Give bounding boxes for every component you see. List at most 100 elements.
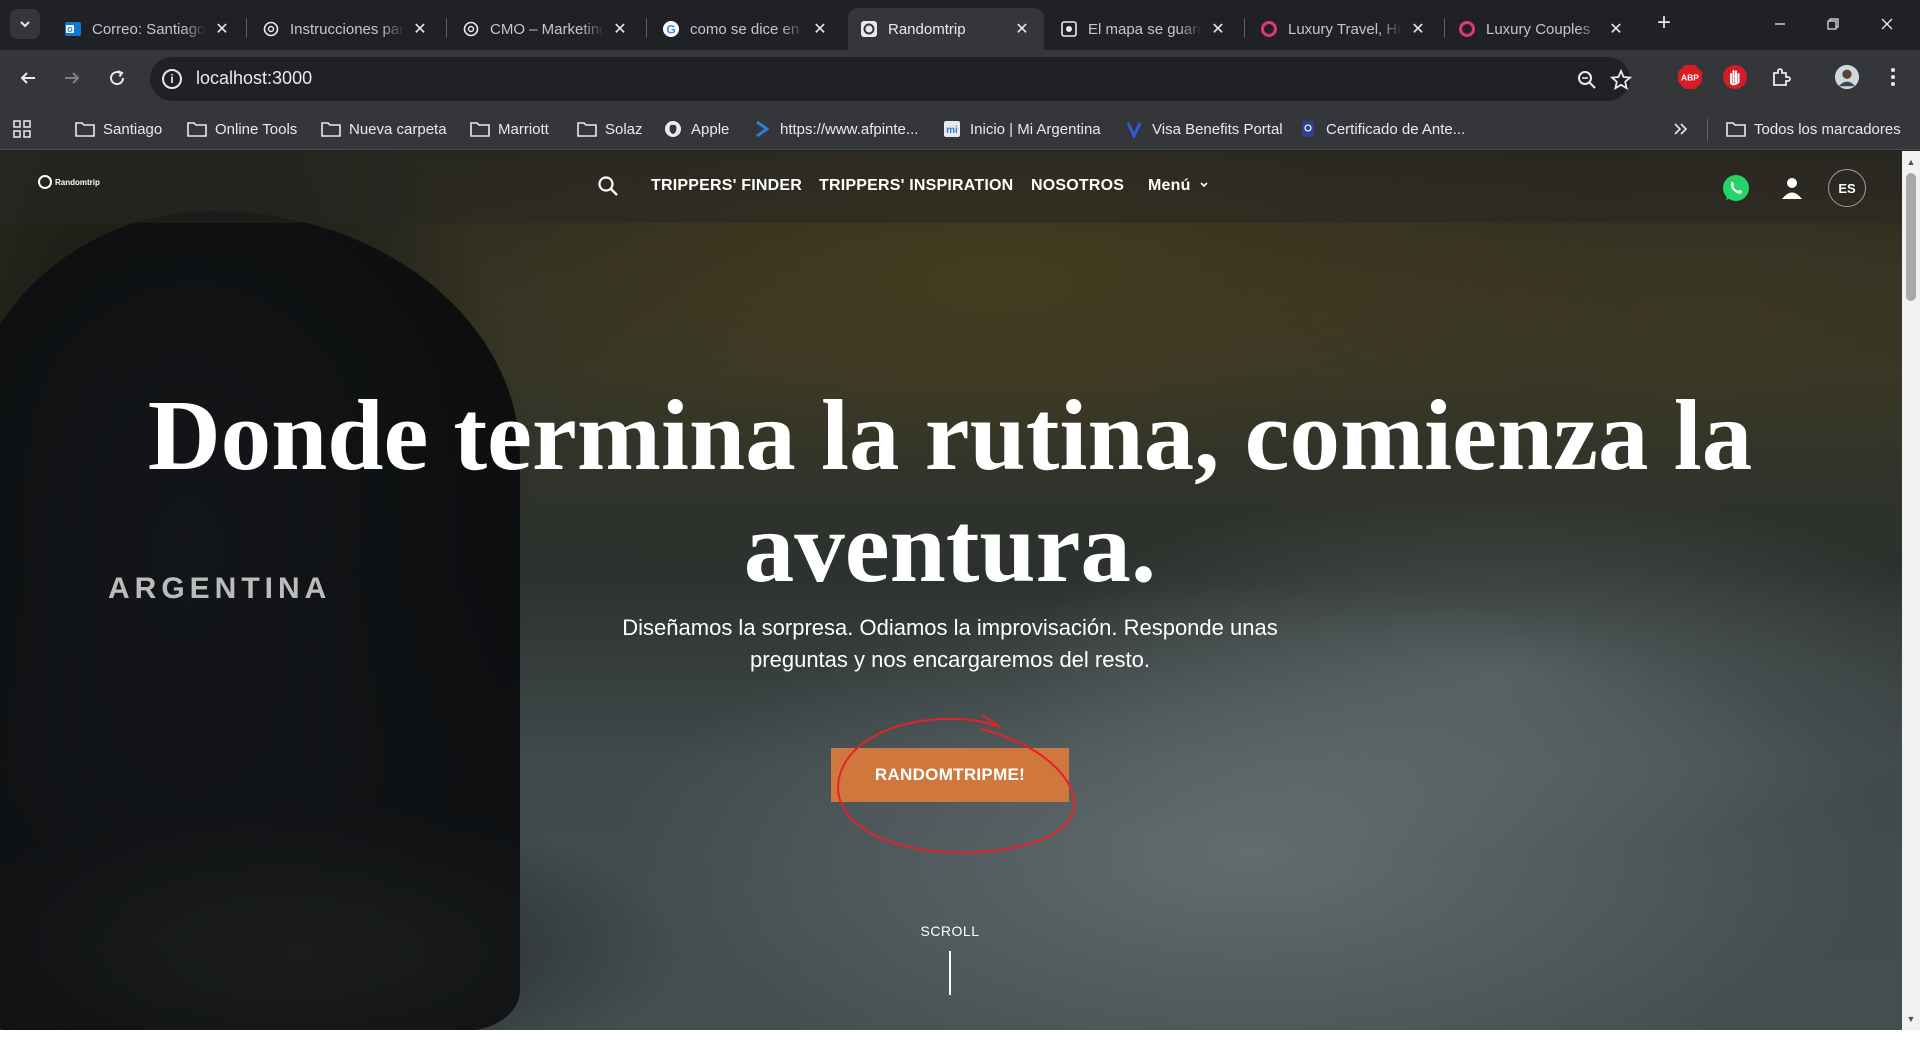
tab-separator [446,18,447,38]
language-switcher[interactable]: ES [1828,169,1866,207]
bookmark-visa-benefits[interactable]: Visa Benefits Portal [1124,117,1283,141]
bookmark-solaz[interactable]: Solaz [577,117,643,141]
restore-button[interactable] [1810,0,1856,48]
tab-separator [646,18,647,38]
chevron-down-icon [1200,182,1208,188]
site-info-icon[interactable]: i [162,69,182,89]
account-button[interactable] [1777,173,1807,203]
tab-search-button[interactable] [10,9,40,39]
new-tab-button[interactable]: + [1652,11,1676,36]
bookmarks-bar: Santiago Online Tools Nueva carpeta Marr… [0,108,1920,150]
nav-trippers-inspiration[interactable]: TRIPPERS' INSPIRATION [819,177,1013,195]
folder-icon [1726,120,1746,138]
site-search-button[interactable] [597,175,621,199]
minimize-icon [1775,23,1785,25]
tab-correo[interactable]: O Correo: Santiago ✕ [52,8,244,50]
tab-luxury-travel[interactable]: Luxury Travel, Hi ✕ [1248,8,1440,50]
close-window-button[interactable] [1864,0,1910,48]
close-icon[interactable]: ✕ [212,19,232,39]
bookmark-label: Todos los marcadores [1754,120,1901,138]
apps-grid-button[interactable] [12,117,40,141]
whatsapp-icon [1723,175,1749,201]
tab-randomtrip[interactable]: Randomtrip ✕ [848,8,1044,50]
scrollbar-thumb[interactable] [1906,173,1916,301]
profile-avatar-icon[interactable] [1834,64,1860,90]
all-bookmarks-folder[interactable]: Todos los marcadores [1726,117,1901,141]
bookmark-star-icon[interactable] [1608,67,1634,93]
bookmark-apple[interactable]: Apple [663,117,729,141]
close-icon[interactable]: ✕ [610,19,630,39]
scroll-down-arrow-icon[interactable]: ▼ [1906,1014,1916,1024]
scroll-indicator-label[interactable]: SCROLL [900,923,1000,939]
logo-icon [38,175,52,189]
visa-icon [1124,120,1144,138]
close-icon[interactable]: ✕ [410,19,430,39]
folder-icon [577,120,597,138]
randomtripme-cta-button[interactable]: RANDOMTRIPME! [831,748,1069,802]
svg-text:G: G [666,23,675,37]
bookmark-nueva-carpeta[interactable]: Nueva carpeta [321,117,447,141]
page-scrollbar[interactable]: ▲ ▼ [1902,151,1920,1030]
close-icon[interactable]: ✕ [1408,19,1428,39]
randomtrip-icon [860,20,878,38]
bookmark-online-tools[interactable]: Online Tools [187,117,297,141]
close-icon[interactable]: ✕ [810,19,830,39]
bookmark-label: Inicio | Mi Argentina [970,120,1101,138]
bookmark-separator [1707,119,1708,141]
zoom-icon[interactable] [1574,67,1600,93]
forward-button[interactable] [56,62,88,94]
site-logo[interactable]: Randomtrip [38,175,100,189]
bookmark-label: Nueva carpeta [349,120,447,138]
reload-button[interactable] [101,62,133,94]
bookmark-afp[interactable]: https://www.afpinte... [752,117,918,141]
browser-toolbar: i localhost:3000 ABP [0,50,1920,108]
bookmark-marriott[interactable]: Marriott [470,117,549,141]
tab-instrucciones[interactable]: Instrucciones para ✕ [250,8,442,50]
location-label: ARGENTINA [108,572,332,605]
close-icon [1881,18,1893,30]
folder-icon [75,120,95,138]
nav-menu-dropdown[interactable]: Menú [1148,177,1209,195]
tab-el-mapa[interactable]: El mapa se guarda ✕ [1048,8,1240,50]
google-icon: G [662,20,680,38]
tab-cmo-marketing[interactable]: CMO – Marketing ✕ [450,8,642,50]
address-url[interactable]: localhost:3000 [196,68,312,89]
scroll-up-arrow-icon[interactable]: ▲ [1906,157,1916,167]
bookmark-label: Solaz [605,120,643,138]
close-icon[interactable]: ✕ [1012,19,1032,39]
folder-icon [187,120,207,138]
tab-luxury-couples[interactable]: Luxury Couples ✕ [1446,8,1638,50]
close-icon[interactable]: ✕ [1208,19,1228,39]
extensions-puzzle-icon[interactable] [1768,64,1794,90]
tab-title: como se dice en [690,20,800,38]
arrow-left-icon [20,72,35,84]
nav-trippers-finder[interactable]: TRIPPERS' FINDER [651,177,802,195]
close-icon[interactable]: ✕ [1606,19,1626,39]
minimize-button[interactable] [1757,0,1803,48]
back-button[interactable] [12,62,44,94]
hand-stop-extension-icon[interactable] [1722,64,1748,90]
svg-text:mi: mi [946,125,958,136]
bookmark-certificado[interactable]: Certificado de Ante... [1298,117,1465,141]
chevron-double-right-icon [1670,120,1690,138]
adblock-plus-icon[interactable]: ABP [1677,64,1703,90]
tab-google-search[interactable]: G como se dice en ✕ [650,8,842,50]
chevron-down-icon [20,21,30,28]
bookmark-label: Online Tools [215,120,298,138]
bookmark-santiago[interactable]: Santiago [75,117,162,141]
more-menu-icon[interactable] [1880,64,1906,90]
whatsapp-button[interactable] [1721,173,1751,203]
browser-tab-strip: O Correo: Santiago ✕ Instrucciones para … [0,0,1920,50]
bookmark-label: https://www.afpinte... [780,120,919,138]
bookmark-mi-argentina[interactable]: mi Inicio | Mi Argentina [942,117,1101,141]
address-bar[interactable]: i localhost:3000 [150,57,1632,101]
more-bookmarks-button[interactable] [1670,117,1698,141]
tab-separator [1244,18,1245,38]
tab-title: Correo: Santiago [92,20,206,38]
nav-nosotros[interactable]: NOSOTROS [1031,177,1124,195]
folder-icon [470,120,490,138]
arrow-right-icon [65,72,80,84]
tab-separator [1444,18,1445,38]
site-header: Randomtrip TRIPPERS' FINDER TRIPPERS' IN… [0,151,1902,223]
luxury-icon [1260,20,1278,38]
